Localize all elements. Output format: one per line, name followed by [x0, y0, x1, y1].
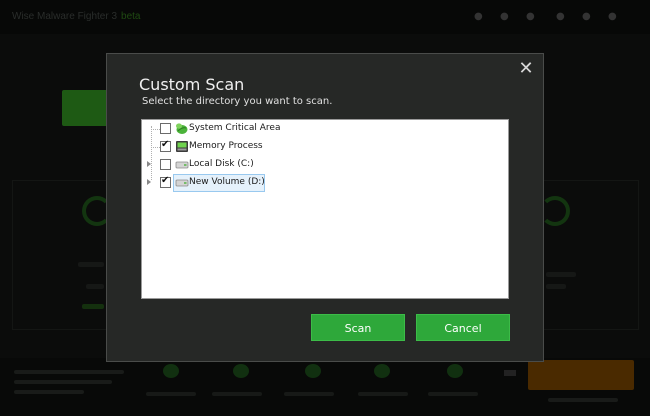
background-titlebar: Wise Malware Fighter 3 beta ● ● ● ● ● ●	[0, 0, 650, 34]
background-text-line	[428, 392, 478, 396]
cancel-button[interactable]: Cancel	[416, 314, 510, 341]
shirt-skin-icon: ●	[526, 11, 535, 22]
hard-drive-icon	[175, 161, 189, 169]
custom-scan-dialog: ✕ Custom Scan Select the directory you w…	[106, 53, 544, 362]
background-ring-icon	[540, 196, 570, 226]
background-text-line	[14, 390, 84, 394]
tree-item-label: Local Disk (C:)	[189, 159, 254, 169]
background-text-line	[82, 304, 104, 309]
dialog-title: Custom Scan	[139, 75, 245, 94]
background-status-check-icon	[62, 90, 108, 126]
feedback-icon: ●	[474, 11, 483, 22]
settings-icon: ●	[500, 11, 509, 22]
checkmark-icon: ✔	[161, 175, 170, 186]
background-action-button	[528, 360, 634, 390]
background-text-line	[212, 392, 262, 396]
background-text-line	[78, 262, 104, 267]
new-volume-d-checkbox[interactable]: ✔	[160, 175, 171, 188]
background-text-line	[86, 284, 104, 289]
scan-button[interactable]: Scan	[311, 314, 405, 341]
tree-item-system-critical-area[interactable]: System Critical Area	[142, 120, 508, 138]
tree-connector-line	[151, 147, 160, 148]
background-app-title-tag: beta	[121, 11, 141, 22]
background-feature-icon	[233, 364, 249, 378]
background-text-line	[546, 284, 566, 289]
background-app-title: Wise Malware Fighter 3 beta	[12, 11, 141, 22]
checkmark-icon: ✔	[161, 139, 170, 150]
hard-drive-icon	[175, 179, 189, 187]
tree-item-memory-process[interactable]: ✔ Memory Process	[142, 138, 508, 156]
background-text-line	[146, 392, 196, 396]
window-close-icon: ●	[608, 11, 617, 22]
background-arrow-icon	[504, 370, 516, 376]
directory-tree[interactable]: System Critical Area ✔ Memory Process Lo…	[141, 119, 509, 299]
tree-item-label: Memory Process	[189, 141, 263, 151]
expand-arrow-icon[interactable]	[147, 179, 151, 185]
background-feature-icon	[447, 364, 463, 378]
background-feature-icon	[374, 364, 390, 378]
dialog-subtitle: Select the directory you want to scan.	[142, 96, 333, 107]
menu-icon: ●	[556, 11, 565, 22]
background-text-line	[358, 392, 408, 396]
system-critical-area-checkbox[interactable]	[160, 123, 171, 134]
background-text-line	[546, 272, 576, 277]
background-feature-icon	[163, 364, 179, 378]
tree-item-new-volume-d[interactable]: ✔ New Volume (D:)	[142, 174, 508, 192]
tree-item-label: System Critical Area	[189, 123, 281, 133]
minimize-icon: ●	[582, 11, 591, 22]
expand-arrow-icon[interactable]	[147, 161, 151, 167]
background-text-line	[284, 392, 334, 396]
background-feature-icon	[305, 364, 321, 378]
local-disk-c-checkbox[interactable]	[160, 159, 171, 170]
tree-item-local-disk-c[interactable]: Local Disk (C:)	[142, 156, 508, 174]
memory-chip-icon	[176, 141, 188, 152]
tree-connector-line	[151, 129, 160, 130]
background-text-line	[14, 370, 124, 374]
tree-item-label: New Volume (D:)	[189, 177, 265, 187]
close-icon[interactable]: ✕	[517, 60, 535, 78]
background-text-line	[548, 398, 618, 402]
shield-leaf-icon	[176, 123, 188, 134]
background-text-line	[14, 380, 112, 384]
memory-process-checkbox[interactable]: ✔	[160, 139, 171, 152]
